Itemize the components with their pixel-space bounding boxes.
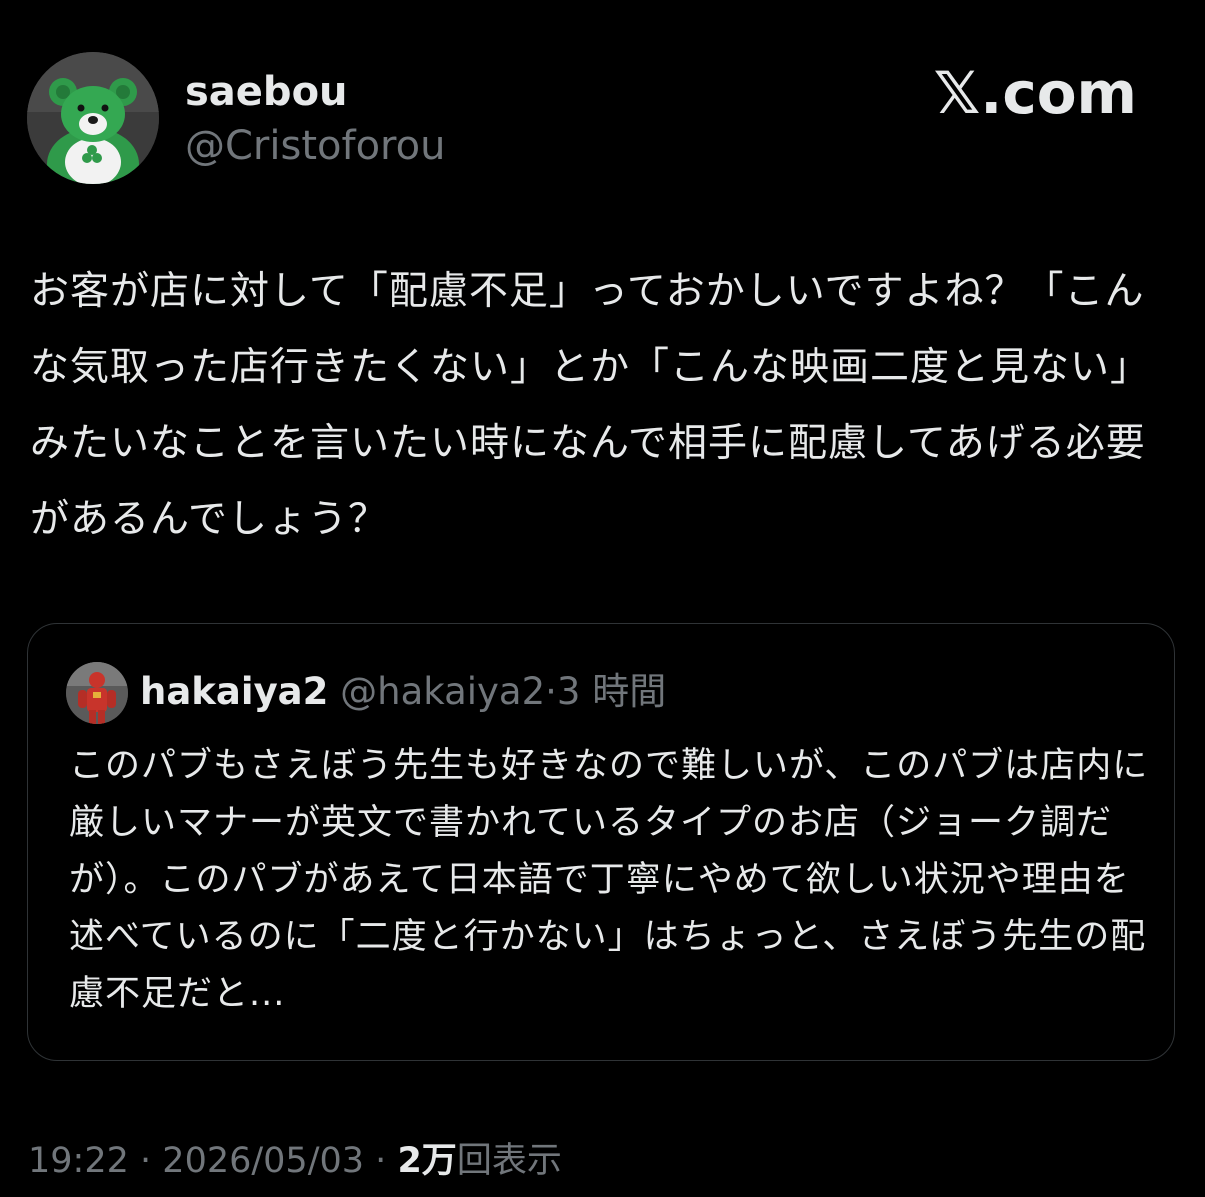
author-handle[interactable]: @Cristoforou: [185, 120, 445, 172]
tweet-text: お客が店に対して「配慮不足」っておかしいですよね？「こんな気取った店行きたくない…: [30, 269, 1151, 542]
author-display-name[interactable]: saebou: [185, 66, 348, 118]
footer-separator-2: ·: [375, 1141, 387, 1181]
quote-author-display-name[interactable]: hakaiya2: [140, 670, 328, 713]
quoted-tweet-card[interactable]: hakaiya2 @hakaiya2·3 時間 このパブもさえぼう先生も好きなの…: [27, 623, 1175, 1061]
quote-author-avatar[interactable]: [66, 662, 128, 724]
author-avatar[interactable]: [27, 52, 159, 184]
quote-text: このパブもさえぼう先生も好きなので難しいが、このパブは店内に厳しいマナーが英文で…: [69, 746, 1149, 1014]
views-count: 2万: [397, 1141, 457, 1181]
quote-timestamp[interactable]: 3 時間: [557, 670, 666, 713]
tweet-date[interactable]: 2026/05/03: [162, 1141, 364, 1181]
quote-author-handle[interactable]: @hakaiya2: [340, 670, 545, 713]
views-label: 回表示: [456, 1141, 562, 1181]
x-logo-watermark: 𝕏.com: [933, 59, 1137, 127]
footer-separator: ·: [140, 1141, 152, 1181]
quote-meta-separator: ·: [545, 670, 557, 713]
green-teddy-bear-avatar-icon: [27, 52, 159, 184]
tweet-footer: 19:22 · 2026/05/03 · 2万回表示: [28, 1136, 562, 1186]
red-figure-avatar-icon: [66, 662, 128, 724]
quote-header: hakaiya2 @hakaiya2·3 時間: [140, 668, 666, 716]
tweet-time[interactable]: 19:22: [28, 1141, 129, 1181]
